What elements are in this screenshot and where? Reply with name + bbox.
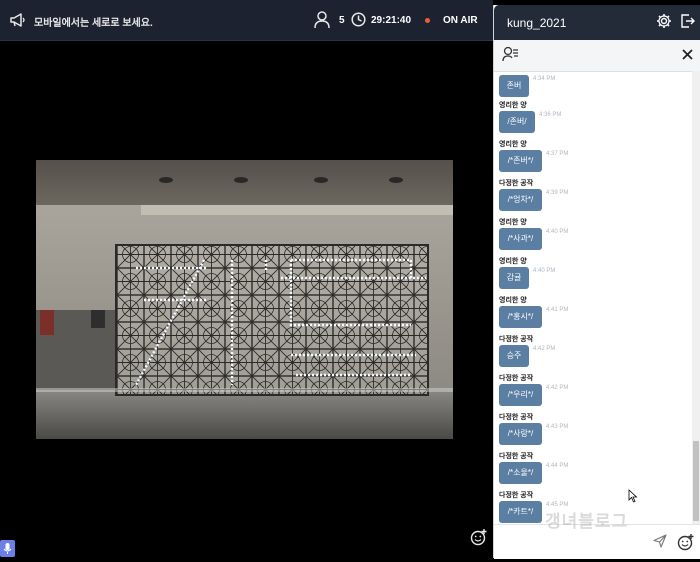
clock-icon bbox=[351, 12, 366, 27]
message-time: 4:40 PM bbox=[546, 229, 569, 235]
message-time: 4:42 PM bbox=[533, 346, 556, 352]
video-player[interactable] bbox=[36, 160, 453, 439]
message-bubble: 감귤 bbox=[499, 267, 529, 289]
send-icon[interactable] bbox=[653, 534, 667, 548]
mouse-cursor-icon bbox=[628, 489, 638, 503]
message-bubble: /*존버*/ bbox=[499, 150, 542, 172]
message-bubble: /*엉차*/ bbox=[499, 189, 542, 211]
emoji-icon[interactable] bbox=[677, 533, 695, 551]
orientation-notice: 모바일에서는 세로로 보세요. bbox=[34, 18, 153, 29]
microphone-button[interactable] bbox=[0, 540, 15, 557]
message-nickname: 다정한 공작 bbox=[499, 492, 534, 499]
chat-scrollbar[interactable] bbox=[692, 71, 700, 524]
person-icon bbox=[314, 11, 330, 29]
message-time: 4:34 PM bbox=[533, 76, 556, 82]
emoji-icon[interactable] bbox=[470, 528, 488, 546]
message-bubble: 승주 bbox=[499, 345, 529, 367]
message-time: 4:44 PM bbox=[546, 463, 569, 469]
video-area bbox=[0, 41, 493, 558]
message-nickname: 영리한 양 bbox=[499, 102, 527, 109]
broadcast-topbar: 모바일에서는 세로로 보세요. 5 29:21:40 ON AIR bbox=[0, 0, 493, 41]
gear-icon[interactable] bbox=[656, 13, 672, 29]
close-icon[interactable] bbox=[681, 48, 694, 61]
message-bubble: /*우리*/ bbox=[499, 384, 542, 406]
onair-label: ON AIR bbox=[443, 15, 478, 26]
scrollbar-thumb[interactable] bbox=[693, 441, 699, 521]
message-nickname: 영리한 양 bbox=[499, 141, 527, 148]
message-time: 4:41 PM bbox=[546, 307, 569, 313]
viewer-count: 5 bbox=[339, 15, 345, 26]
message-nickname: 다정한 공작 bbox=[499, 453, 534, 460]
message-nickname: 다정한 공작 bbox=[499, 336, 534, 343]
message-time: 4:37 PM bbox=[546, 151, 569, 157]
chat-subbar bbox=[494, 40, 700, 72]
message-time: 4:39 PM bbox=[546, 190, 569, 196]
chat-input[interactable] bbox=[499, 529, 653, 555]
message-nickname: 영리한 양 bbox=[499, 219, 527, 226]
watermark: 갱녀블로그 bbox=[545, 512, 629, 531]
message-time: 4:36 PM bbox=[539, 112, 562, 118]
message-nickname: 영리한 양 bbox=[499, 297, 527, 304]
message-bubble: /존버/ bbox=[499, 111, 535, 133]
message-nickname: 다정한 공작 bbox=[499, 180, 534, 187]
message-bubble: /*사과*/ bbox=[499, 228, 542, 250]
megaphone-icon bbox=[10, 13, 25, 27]
message-bubble: /*사랑*/ bbox=[499, 423, 542, 445]
message-bubble: /*소울*/ bbox=[499, 462, 542, 484]
message-time: 4:43 PM bbox=[546, 424, 569, 430]
message-bubble: 존버 bbox=[499, 75, 529, 97]
chat-header: kung_2021 bbox=[494, 5, 700, 40]
elapsed-time: 29:21:40 bbox=[371, 15, 412, 26]
message-time: 4:42 PM bbox=[546, 385, 569, 391]
exit-icon[interactable] bbox=[680, 13, 695, 29]
message-nickname: 영리한 양 bbox=[499, 258, 527, 265]
chat-message-list[interactable]: 존버 4:34 PM 영리한 양 /존버/ 4:36 PM 영리한 양 /*존버… bbox=[494, 71, 694, 524]
microphone-icon bbox=[3, 543, 12, 554]
message-bubble: /*홍시*/ bbox=[499, 306, 542, 328]
user-list-icon[interactable] bbox=[502, 46, 519, 63]
message-nickname: 다정한 공작 bbox=[499, 375, 534, 382]
message-nickname: 다정한 공작 bbox=[499, 414, 534, 421]
chat-panel: kung_2021 존버 4:34 PM 영리한 양 /존버/ 4:36 PM bbox=[493, 5, 700, 559]
channel-title: kung_2021 bbox=[507, 16, 567, 30]
message-time: 4:40 PM bbox=[533, 268, 556, 274]
onair-indicator-dot bbox=[425, 18, 430, 23]
message-bubble: /*카트*/ bbox=[499, 501, 542, 523]
